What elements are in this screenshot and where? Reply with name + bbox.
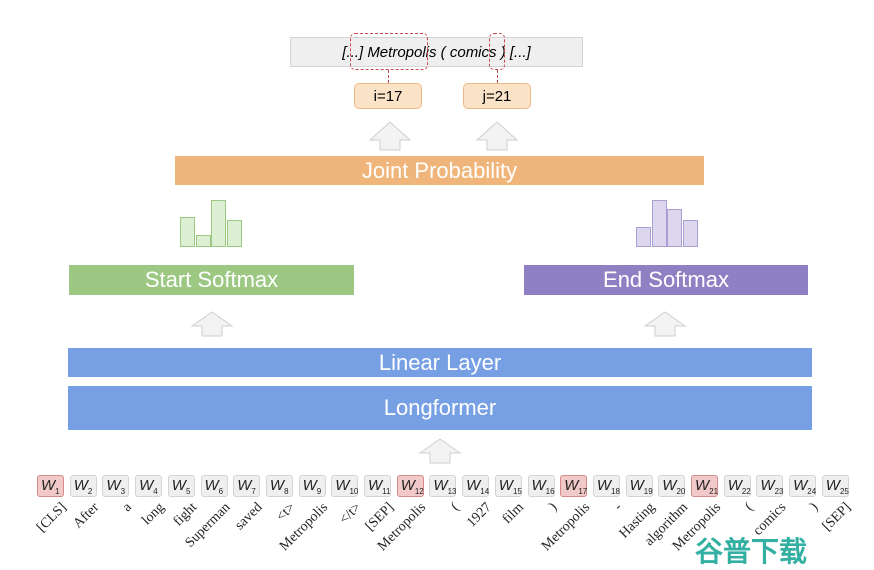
up-arrow-icon [643,311,687,337]
token-box: W3 [102,475,130,497]
token-box: W24 [789,475,816,497]
token-box: W17 [560,475,587,497]
token-box: W13 [429,475,456,497]
up-arrow-icon [190,311,234,337]
token-box: W15 [494,475,522,497]
token-box: W16 [527,475,555,497]
histogram-bar [636,227,651,247]
token-box: W12 [396,475,424,497]
token-box: W23 [756,475,783,497]
joint-probability-layer: Joint Probability [175,156,704,185]
histogram-bar [211,200,226,247]
token-box: W14 [462,475,489,497]
token-box: W25 [821,475,849,497]
token-box: W19 [625,475,653,497]
histogram-bar [682,220,698,247]
token-box: W6 [200,475,228,497]
up-arrow-icon [418,438,462,464]
token-box: W7 [233,475,261,497]
token-box: W22 [723,475,751,497]
token-box: W18 [592,475,620,497]
token-box: W21 [691,475,718,497]
up-arrow-icon [475,121,519,151]
histogram-bar [195,235,211,247]
histogram-bar [226,220,242,247]
token-box: W9 [298,475,326,497]
up-arrow-icon [368,121,412,151]
start-softmax-layer: Start Softmax [69,265,354,295]
token-box: W5 [167,475,195,497]
token-box: W1 [37,475,64,497]
token-box: W2 [69,475,97,497]
token-box: W10 [331,475,358,497]
linear-layer: Linear Layer [68,348,812,377]
token-box: W20 [658,475,685,497]
longformer-layer: Longformer [68,386,812,430]
histogram-bar [651,200,667,247]
end-softmax-layer: End Softmax [524,265,808,295]
token-box: W11 [364,475,391,497]
token-box: W4 [135,475,163,497]
histogram-bar [667,209,682,247]
histogram-bar [180,217,195,247]
watermark: 谷普下载 [695,536,808,567]
token-box: W8 [265,475,293,497]
